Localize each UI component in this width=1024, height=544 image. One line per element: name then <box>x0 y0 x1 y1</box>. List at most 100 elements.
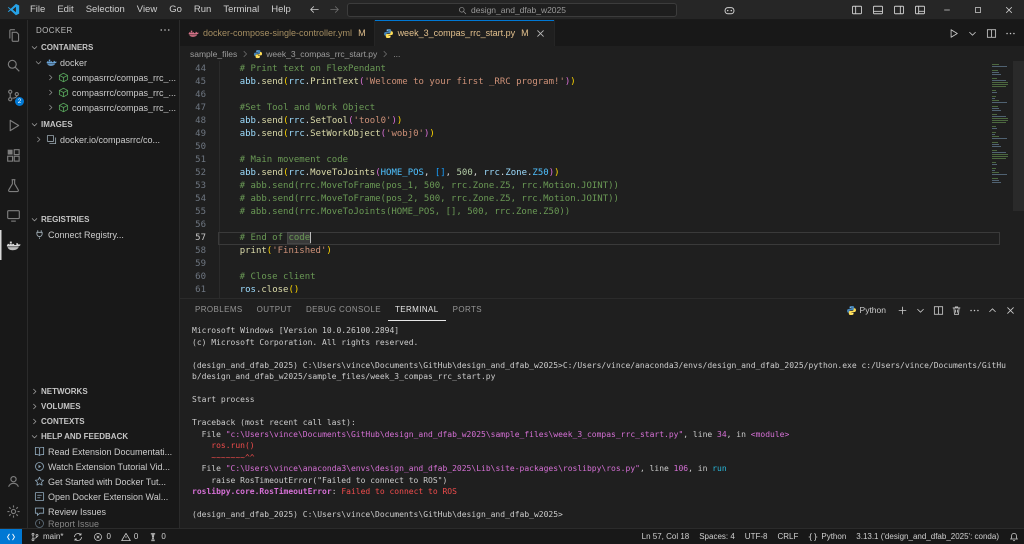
more-terminal-actions-icon[interactable] <box>969 305 980 316</box>
close-panel-icon[interactable] <box>1005 305 1016 316</box>
terminal-profile-dropdown-icon[interactable] <box>915 305 926 316</box>
status-python-interpreter[interactable]: 3.13.1 ('design_and_dfab_2025': conda) <box>851 529 1004 544</box>
sidebar-more-actions-icon[interactable] <box>159 24 171 36</box>
maximize-restore-button[interactable] <box>962 0 993 20</box>
code-line[interactable]: 51 # Main movement code <box>180 154 1000 167</box>
tree-item[interactable]: Connect Registry... <box>28 227 179 242</box>
run-dropdown-icon[interactable] <box>967 28 978 39</box>
copilot-icon[interactable] <box>723 4 736 17</box>
tab-close-icon[interactable] <box>535 28 546 39</box>
code-line[interactable]: 57 # End of code <box>180 232 1000 245</box>
toggle-primary-sidebar-icon[interactable] <box>851 4 863 16</box>
section-header-networks[interactable]: NETWORKS <box>28 384 179 399</box>
editor-scrollbar[interactable] <box>1013 61 1024 211</box>
code-line[interactable]: 46 <box>180 89 1000 102</box>
tree-item[interactable]: Get Started with Docker Tut... <box>28 474 179 489</box>
terminal-output[interactable]: Microsoft Windows [Version 10.0.26100.28… <box>180 321 1024 528</box>
activity-remote-explorer[interactable] <box>0 200 27 230</box>
customize-layout-icon[interactable] <box>914 4 926 16</box>
menu-view[interactable]: View <box>131 0 163 19</box>
activity-accounts[interactable] <box>0 466 27 496</box>
split-editor-icon[interactable] <box>986 28 997 39</box>
panel-tab-debug-console[interactable]: DEBUG CONSOLE <box>299 299 388 321</box>
menu-selection[interactable]: Selection <box>80 0 131 19</box>
section-header-registries[interactable]: REGISTRIES <box>28 212 179 227</box>
code-line[interactable]: 55 # abb.send(rrc.MoveToJoints(HOME_POS,… <box>180 206 1000 219</box>
activity-explorer[interactable] <box>0 20 27 50</box>
code-line[interactable]: 58 print('Finished') <box>180 245 1000 258</box>
status-branch[interactable]: main* <box>25 529 68 544</box>
nav-forward-icon[interactable] <box>329 4 340 15</box>
toggle-secondary-sidebar-icon[interactable] <box>893 4 905 16</box>
status-errors[interactable]: 0 <box>88 529 115 544</box>
section-header-contexts[interactable]: CONTEXTS <box>28 414 179 429</box>
code-line[interactable]: 50 <box>180 141 1000 154</box>
tree-item[interactable]: docker <box>28 55 179 70</box>
kill-terminal-icon[interactable] <box>951 305 962 316</box>
code-line[interactable]: 45 abb.send(rrc.PrintText('Welcome to yo… <box>180 76 1000 89</box>
tab-active[interactable]: week_3_compas_rrc_start.py M <box>374 20 555 46</box>
section-header-images[interactable]: IMAGES <box>28 117 179 132</box>
status-cursor-position[interactable]: Ln 57, Col 18 <box>637 529 695 544</box>
activity-run-and-debug[interactable] <box>0 110 27 140</box>
menu-terminal[interactable]: Terminal <box>217 0 265 19</box>
command-center[interactable]: design_and_dfab_w2025 <box>347 3 677 17</box>
panel-tab-problems[interactable]: PROBLEMS <box>188 299 250 321</box>
close-button[interactable] <box>993 0 1024 20</box>
code-line[interactable]: 48 abb.send(rrc.SetTool('tool0')) <box>180 115 1000 128</box>
tree-item[interactable]: compasrrc/compas_rrc_... <box>28 100 179 115</box>
code-editor[interactable]: 44 # Print text on FlexPendant 45 abb.sen… <box>180 61 1024 298</box>
status-encoding[interactable]: UTF-8 <box>740 529 773 544</box>
code-line[interactable]: 56 <box>180 219 1000 232</box>
nav-back-icon[interactable] <box>309 4 320 15</box>
tree-item[interactable]: Review Issues <box>28 504 179 519</box>
activity-search[interactable] <box>0 50 27 80</box>
breadcrumb-item[interactable]: week_3_compas_rrc_start.py <box>266 49 377 59</box>
section-header-volumes[interactable]: VOLUMES <box>28 399 179 414</box>
tree-item[interactable]: docker.io/compasrrc/co... <box>28 132 179 147</box>
activity-testing[interactable] <box>0 170 27 200</box>
code-line[interactable]: 61 ros.close() <box>180 284 1000 297</box>
section-header-help[interactable]: HELP AND FEEDBACK <box>28 429 179 444</box>
code-line[interactable]: 60 # Close client <box>180 271 1000 284</box>
status-indentation[interactable]: Spaces: 4 <box>694 529 740 544</box>
tree-item[interactable]: Watch Extension Tutorial Vid... <box>28 459 179 474</box>
status-eol[interactable]: CRLF <box>772 529 803 544</box>
tree-item[interactable]: compasrrc/compas_rrc_... <box>28 70 179 85</box>
status-remote[interactable] <box>0 529 22 544</box>
activity-extensions[interactable] <box>0 140 27 170</box>
maximize-panel-icon[interactable] <box>987 305 998 316</box>
activity-source-control[interactable]: 2 <box>0 80 27 110</box>
code-line[interactable]: 53 # abb.send(rrc.MoveToFrame(pos_1, 500… <box>180 180 1000 193</box>
minimize-button[interactable] <box>931 0 962 20</box>
menu-go[interactable]: Go <box>163 0 188 19</box>
status-language-mode[interactable]: Python <box>803 529 851 544</box>
tab-inactive[interactable]: docker-compose-single-controller.yml M <box>180 20 375 46</box>
terminal-profile[interactable]: Python <box>846 305 886 316</box>
status-broadcast[interactable]: 0 <box>143 529 170 544</box>
run-python-file-icon[interactable] <box>948 28 959 39</box>
code-line[interactable]: 54 # abb.send(rrc.MoveToFrame(pos_2, 500… <box>180 193 1000 206</box>
status-notifications[interactable] <box>1004 529 1024 544</box>
menu-help[interactable]: Help <box>265 0 297 19</box>
new-terminal-icon[interactable] <box>897 305 908 316</box>
breadcrumb-item[interactable]: ... <box>393 49 400 59</box>
menu-edit[interactable]: Edit <box>51 0 79 19</box>
status-warnings[interactable]: 0 <box>116 529 143 544</box>
breadcrumb-item[interactable]: sample_files <box>190 49 237 59</box>
section-header-containers[interactable]: CONTAINERS <box>28 40 179 55</box>
split-terminal-icon[interactable] <box>933 305 944 316</box>
menu-run[interactable]: Run <box>188 0 217 19</box>
more-editor-actions-icon[interactable] <box>1005 28 1016 39</box>
status-sync-changes[interactable] <box>68 529 88 544</box>
code-line[interactable]: 59 <box>180 258 1000 271</box>
toggle-panel-icon[interactable] <box>872 4 884 16</box>
panel-tab-ports[interactable]: PORTS <box>446 299 489 321</box>
code-line[interactable]: 52 abb.send(rrc.MoveToJoints(HOME_POS, [… <box>180 167 1000 180</box>
panel-tab-terminal[interactable]: TERMINAL <box>387 299 446 321</box>
tree-item[interactable]: Report Issue <box>28 519 179 528</box>
tree-item[interactable]: compasrrc/compas_rrc_... <box>28 85 179 100</box>
menu-file[interactable]: File <box>24 0 51 19</box>
tree-item[interactable]: Read Extension Documentati... <box>28 444 179 459</box>
tree-item[interactable]: Open Docker Extension Wal... <box>28 489 179 504</box>
